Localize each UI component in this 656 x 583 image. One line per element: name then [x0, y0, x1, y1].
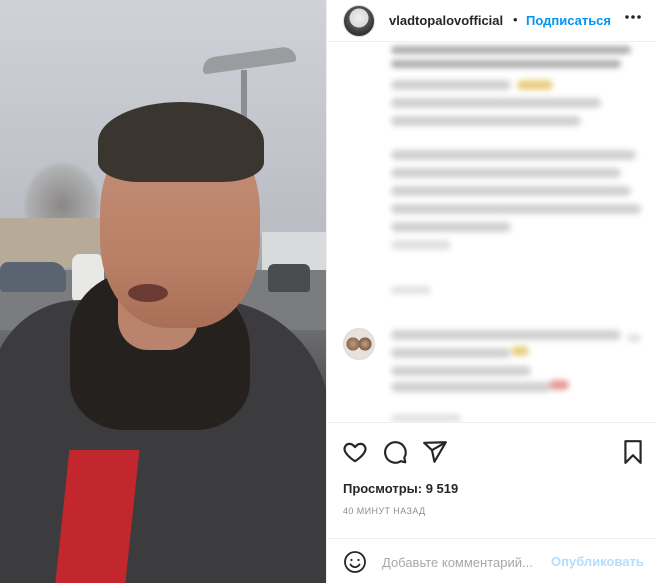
video-person-mouth: [128, 284, 168, 302]
blurred-text: [391, 366, 531, 376]
publish-button[interactable]: Опубликовать: [551, 554, 644, 569]
follow-button[interactable]: Подписаться: [526, 13, 611, 28]
video-car: [268, 264, 310, 292]
blurred-emoji: [517, 80, 553, 90]
emoji-icon[interactable]: [343, 550, 367, 574]
author-avatar[interactable]: [343, 5, 375, 37]
more-options-icon[interactable]: [623, 7, 643, 32]
commenter-avatar[interactable]: [343, 328, 375, 360]
post-timestamp[interactable]: 40 МИНУТ НАЗАД: [343, 506, 426, 516]
add-comment-form: Опубликовать: [327, 538, 656, 583]
author-username[interactable]: vladtopalovofficial: [389, 13, 503, 28]
blurred-text: [391, 80, 511, 90]
header-separator: •: [513, 12, 518, 27]
share-icon[interactable]: [422, 439, 448, 465]
post-video[interactable]: [0, 0, 326, 583]
blurred-text: [391, 204, 641, 214]
comment-input[interactable]: [382, 552, 572, 572]
blurred-text: [391, 168, 621, 178]
more-options-icon-glyph: [625, 15, 641, 19]
video-car: [0, 262, 66, 292]
blurred-text: [391, 222, 511, 232]
video-person-shirt: [54, 450, 140, 583]
blurred-text: [391, 60, 621, 68]
blurred-emoji: [511, 346, 529, 356]
post-side-panel: vladtopalovofficial • Подписаться Просмо…: [326, 0, 656, 583]
comments-list-blurred: [327, 42, 656, 422]
bookmark-icon[interactable]: [621, 439, 647, 465]
post-header: vladtopalovofficial • Подписаться: [327, 0, 656, 42]
blurred-text: [391, 348, 511, 358]
blurred-text: [391, 150, 636, 160]
blurred-text: [391, 116, 581, 126]
blurred-meta: [391, 414, 461, 422]
blurred-text: [391, 186, 631, 196]
video-person-hair: [98, 102, 264, 182]
blurred-text: [391, 240, 451, 250]
comment-icon[interactable]: [382, 439, 408, 465]
blurred-text: [391, 46, 631, 54]
views-count[interactable]: Просмотры: 9 519: [343, 481, 458, 496]
blurred-meta: [391, 286, 431, 294]
heart-icon[interactable]: [342, 439, 368, 465]
blurred-text: [391, 330, 621, 340]
blurred-text: [391, 382, 551, 392]
blurred-text: [391, 98, 601, 108]
post-actions-bar: [327, 422, 656, 472]
blurred-emoji: [549, 380, 569, 390]
blurred-like: [627, 334, 641, 342]
